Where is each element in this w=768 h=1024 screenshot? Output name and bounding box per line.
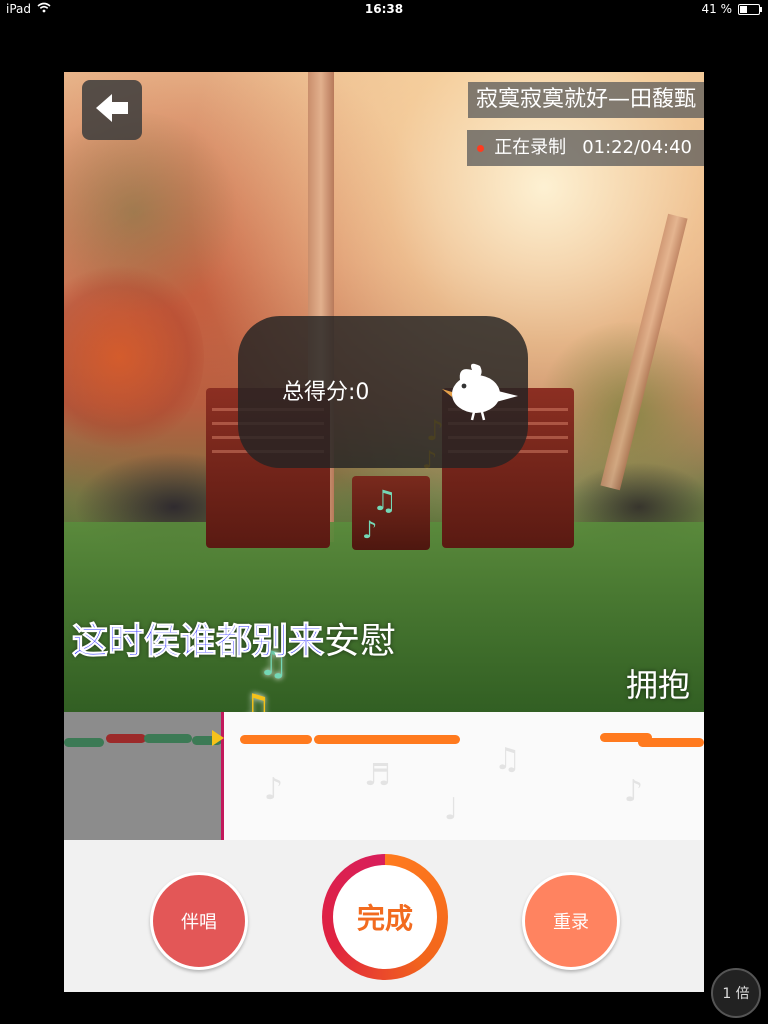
music-note-icon: ♫ [238,686,273,712]
accompany-label: 伴唱 [181,912,217,933]
total-score: 总得分:0 [282,380,370,405]
done-label: 完成 [356,902,413,935]
pitch-note-bar [144,734,192,743]
rerecord-label: 重录 [553,912,589,933]
battery-percent: 41 % [701,2,733,16]
pitch-note-bar [106,734,146,743]
battery-icon [738,3,762,15]
pitch-played-region [64,712,221,840]
pitch-note-bar [64,738,104,747]
zoom-label: 1 倍 [722,986,750,1002]
pitch-note-bar [314,735,460,744]
music-note-icon: ♪ [362,516,378,544]
pitch-cursor-icon [212,730,224,746]
pitch-note-bar [240,735,312,744]
recording-dot-icon [477,144,485,152]
karaoke-recording-screen: ♪ ♪ ♫ ♪ ♫ ♫ 寂寞寂寞就好—田馥甄 正在录制 01:22/04:40 … [64,72,704,992]
current-lyric: 这时侯谁都别来安慰 [71,612,397,664]
music-note-icon: ♫ [372,484,398,517]
next-lyric: 拥抱 [625,666,690,704]
bird-icon [438,356,520,426]
back-button[interactable] [82,80,142,140]
lyric-unsung: 安慰 [324,621,397,662]
score-popup: 总得分:0 [238,316,528,468]
arrow-left-icon [92,91,132,129]
recording-time: 01:22/04:40 [582,137,692,158]
pitch-note-bar [638,738,704,747]
song-title: 寂寞寂寞就好—田馥甄 [467,82,704,118]
accompany-button[interactable]: 伴唱 [150,872,248,970]
done-button[interactable]: 完成 [322,854,448,980]
lyric-sung: 这时侯谁都别来 [71,621,325,663]
status-time: 16:38 [364,2,404,16]
pitch-track: ♪ ♬ ♫ ♪ ♩ [64,712,704,840]
recording-label: 正在录制 [494,137,567,158]
rerecord-button[interactable]: 重录 [522,872,620,970]
control-bar: 伴唱 完成 重录 [64,840,704,992]
recording-status: 正在录制 01:22/04:40 [467,130,704,166]
zoom-button[interactable]: 1 倍 [711,968,761,1018]
status-bar: iPad 16:38 41 % [0,0,768,20]
